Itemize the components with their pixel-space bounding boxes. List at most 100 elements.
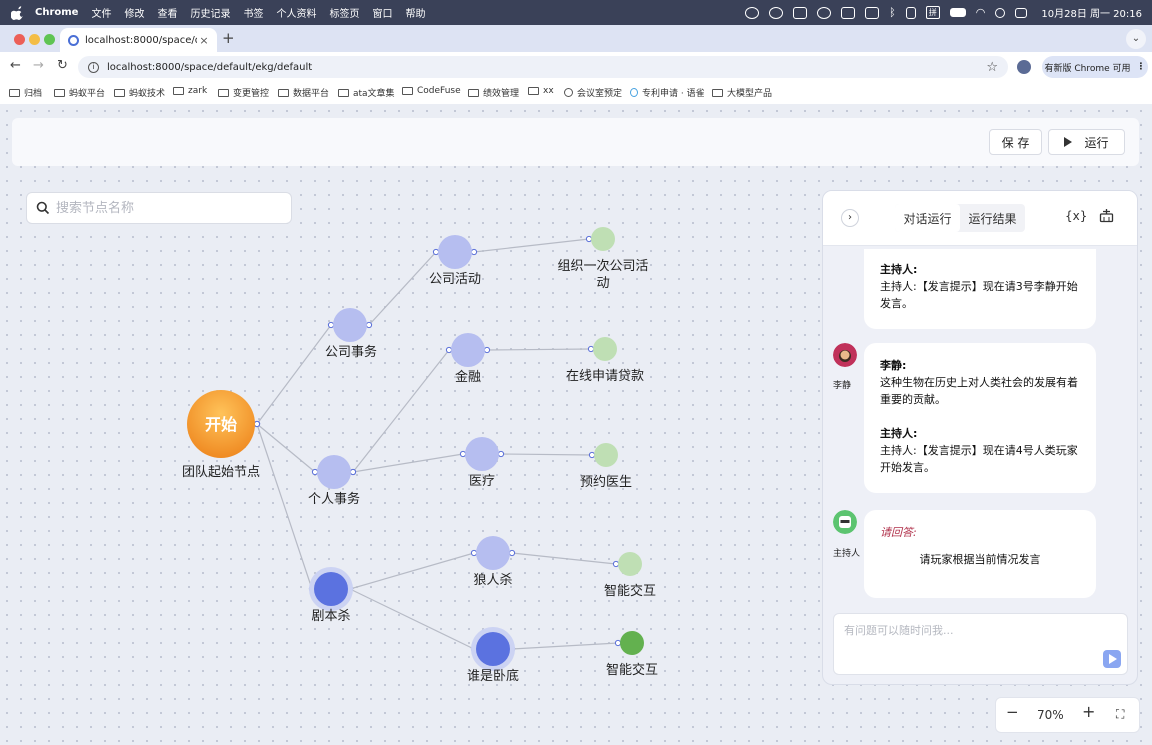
bookmark-item[interactable]: 归档 <box>9 86 42 99</box>
kebab-menu-icon[interactable]: ⋮ <box>1137 62 1146 72</box>
zoom-out-button[interactable]: − <box>1006 703 1019 721</box>
edge-handle[interactable] <box>365 321 373 329</box>
graph-node-murder[interactable]: 剧本杀 <box>309 567 353 624</box>
edge-handle[interactable] <box>614 639 622 647</box>
wifi-icon[interactable]: ◠ <box>976 6 986 19</box>
cloud-icon[interactable] <box>769 6 784 19</box>
screen-mirror-icon[interactable] <box>865 6 880 19</box>
graph-node-activity[interactable]: 公司活动 <box>429 235 481 287</box>
edge-handle[interactable] <box>470 549 478 557</box>
send-button[interactable] <box>1103 650 1121 668</box>
node-circle[interactable] <box>333 308 367 342</box>
graph-node-uc_interact[interactable]: 智能交互 <box>606 631 658 678</box>
menu-bookmarks[interactable]: 书签 <box>243 5 263 20</box>
control-center-icon[interactable] <box>1015 7 1028 18</box>
graph-node-medical[interactable]: 医疗 <box>465 437 499 489</box>
node-circle[interactable] <box>465 437 499 471</box>
back-icon[interactable]: ← <box>10 58 21 73</box>
bookmark-item[interactable]: zark <box>173 86 207 96</box>
bookmark-item[interactable]: 会议室预定 <box>564 86 622 99</box>
browser-tab[interactable]: localhost:8000/space/default × <box>60 28 217 52</box>
graph-node-loan[interactable]: 在线申请贷款 <box>566 337 644 384</box>
menu-tabs[interactable]: 标签页 <box>329 5 359 20</box>
edge-handle[interactable] <box>508 549 516 557</box>
edge-handle[interactable] <box>483 346 491 354</box>
edge-handle[interactable] <box>497 450 505 458</box>
input-method-badge[interactable]: 拼 <box>925 6 940 19</box>
graph-node-ww_interact[interactable]: 智能交互 <box>604 552 656 599</box>
edge-handle[interactable] <box>311 468 319 476</box>
node-circle[interactable] <box>594 443 618 467</box>
node-circle[interactable] <box>476 536 510 570</box>
collapse-panel-button[interactable]: › <box>841 209 859 227</box>
reload-icon[interactable]: ↻ <box>57 58 68 73</box>
graph-node-org_activity[interactable]: 组织一次公司活动 <box>557 227 649 291</box>
bookmark-item[interactable]: ata文章集 <box>338 86 395 99</box>
chat-input-box[interactable] <box>833 613 1128 675</box>
battery-small-icon[interactable] <box>905 6 916 19</box>
node-circle[interactable] <box>317 455 351 489</box>
zoom-window-button[interactable] <box>44 34 55 45</box>
menu-file[interactable]: 文件 <box>91 5 111 20</box>
new-tab-button[interactable]: + <box>222 29 235 47</box>
save-button[interactable]: 保 存 <box>989 129 1042 155</box>
graph-node-start[interactable]: 开始团队起始节点 <box>182 390 260 480</box>
profile-avatar[interactable] <box>1017 60 1031 74</box>
graph-node-undercover[interactable]: 谁是卧底 <box>467 627 519 684</box>
bookmark-item[interactable]: 绩效管理 <box>468 86 519 99</box>
clear-chat-icon[interactable] <box>1099 208 1114 223</box>
graph-node-personal[interactable]: 个人事务 <box>308 455 360 507</box>
bookmark-item[interactable]: 专利申请 · 语雀 <box>630 86 705 99</box>
edge-handle[interactable] <box>470 248 478 256</box>
bookmark-item[interactable]: 大模型产品 <box>712 86 772 99</box>
bookmark-item[interactable]: 变更管控 <box>218 86 269 99</box>
edge-handle[interactable] <box>445 346 453 354</box>
menubar-clock[interactable]: 10月28日 周一 20:16 <box>1041 5 1142 20</box>
close-window-button[interactable] <box>14 34 25 45</box>
menu-view[interactable]: 查看 <box>157 5 177 20</box>
menu-window[interactable]: 窗口 <box>372 5 392 20</box>
edge-handle[interactable] <box>459 450 467 458</box>
app-status-icon[interactable] <box>817 6 832 19</box>
node-circle[interactable] <box>591 227 615 251</box>
edge-handle[interactable] <box>349 468 357 476</box>
node-circle[interactable] <box>620 631 644 655</box>
edge-handle[interactable] <box>588 451 596 459</box>
menu-edit[interactable]: 修改 <box>124 5 144 20</box>
menu-help[interactable]: 帮助 <box>405 5 425 20</box>
variables-icon[interactable]: {x} <box>1065 209 1087 223</box>
update-chrome-button[interactable]: 有新版 Chrome 可用 ⋮ <box>1042 56 1148 78</box>
battery-icon[interactable] <box>949 8 966 17</box>
forward-icon[interactable]: → <box>33 58 44 73</box>
edge-handle[interactable] <box>327 321 335 329</box>
node-circle[interactable] <box>618 552 642 576</box>
node-circle[interactable] <box>593 337 617 361</box>
tab-dialog-run[interactable]: 对话运行 <box>895 204 960 232</box>
menu-history[interactable]: 历史记录 <box>190 5 230 20</box>
url-text[interactable]: localhost:8000/space/default/ekg/default <box>107 62 986 73</box>
edge-handle[interactable] <box>585 235 593 243</box>
node-circle[interactable] <box>476 632 510 666</box>
chat-input[interactable] <box>842 620 1096 664</box>
tab-search-button[interactable]: ⌄ <box>1126 29 1146 49</box>
graph-node-doctor[interactable]: 预约医生 <box>580 443 632 490</box>
bluetooth-icon[interactable]: ᛒ <box>889 6 896 19</box>
flow-graph[interactable]: 开始团队起始节点 公司事务个人事务剧本杀 公司活动金融医疗狼人杀谁是卧底 组织一次公司… <box>0 104 822 745</box>
edge-handle[interactable] <box>432 248 440 256</box>
pen-icon[interactable] <box>841 6 856 19</box>
vpn-icon[interactable] <box>793 6 808 19</box>
address-bar[interactable]: i localhost:8000/space/default/ekg/defau… <box>78 56 1008 78</box>
graph-node-company[interactable]: 公司事务 <box>325 308 377 360</box>
node-circle[interactable] <box>451 333 485 367</box>
bookmark-item[interactable]: xx <box>528 86 554 96</box>
tab-run-result[interactable]: 运行结果 <box>960 204 1025 232</box>
graph-node-finance[interactable]: 金融 <box>451 333 485 385</box>
apple-icon[interactable] <box>11 5 25 20</box>
close-tab-icon[interactable]: × <box>197 34 211 47</box>
minimize-window-button[interactable] <box>29 34 40 45</box>
bookmark-item[interactable]: 数据平台 <box>278 86 329 99</box>
bookmark-star-icon[interactable]: ☆ <box>986 60 998 75</box>
spotlight-icon[interactable] <box>995 7 1006 18</box>
graph-node-werewolf[interactable]: 狼人杀 <box>473 536 513 588</box>
fit-view-icon[interactable]: ⛶ <box>1116 707 1124 722</box>
